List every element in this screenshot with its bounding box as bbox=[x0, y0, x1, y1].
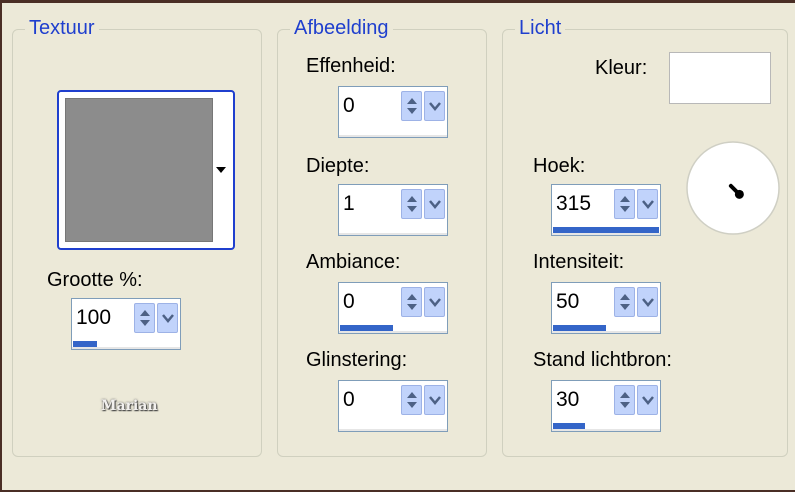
chevron-down-icon[interactable] bbox=[424, 91, 445, 121]
licht-legend: Licht bbox=[515, 16, 566, 40]
glinstering-track bbox=[339, 429, 447, 431]
chevron-down-icon[interactable] bbox=[637, 385, 658, 415]
intensiteit-level-bar bbox=[553, 325, 606, 331]
grootte-value: 100 bbox=[76, 306, 112, 329]
stand-lichtbron-track bbox=[552, 429, 660, 431]
ambiance-label: Ambiance: bbox=[306, 251, 401, 273]
glinstering-spin-buttons[interactable] bbox=[401, 385, 445, 415]
stand-lichtbron-value: 30 bbox=[556, 388, 580, 411]
grootte-spinner[interactable]: 100 bbox=[71, 298, 181, 350]
stand-lichtbron-level-bar bbox=[553, 423, 585, 429]
grootte-spin-buttons[interactable] bbox=[134, 303, 178, 333]
kleur-label: Kleur: bbox=[595, 57, 648, 79]
spin-updown-icon[interactable] bbox=[401, 385, 422, 415]
stand-lichtbron-label: Stand lichtbron: bbox=[533, 349, 672, 371]
light-angle-dial[interactable] bbox=[685, 140, 781, 236]
diepte-value: 1 bbox=[343, 192, 355, 215]
glinstering-label: Glinstering: bbox=[306, 349, 408, 371]
hoek-level-bar bbox=[553, 227, 659, 233]
hoek-track bbox=[552, 233, 660, 235]
effenheid-spinner[interactable]: 0 bbox=[338, 86, 448, 138]
ambiance-level-bar bbox=[340, 325, 393, 331]
spin-updown-icon[interactable] bbox=[401, 91, 422, 121]
chevron-down-icon[interactable] bbox=[424, 385, 445, 415]
spin-updown-icon[interactable] bbox=[134, 303, 155, 333]
ambiance-track bbox=[339, 331, 447, 333]
grootte-level-bar bbox=[73, 341, 97, 347]
intensiteit-track bbox=[552, 331, 660, 333]
textuur-legend: Textuur bbox=[25, 16, 99, 40]
hoek-spinner[interactable]: 315 bbox=[551, 184, 661, 236]
spin-updown-icon[interactable] bbox=[401, 189, 422, 219]
texture-swatch bbox=[65, 98, 213, 242]
glinstering-spinner[interactable]: 0 bbox=[338, 380, 448, 432]
glinstering-value: 0 bbox=[343, 388, 355, 411]
grootte-label: Grootte %: bbox=[47, 269, 143, 291]
chevron-down-icon[interactable] bbox=[157, 303, 178, 333]
hoek-value: 315 bbox=[556, 192, 592, 215]
spin-updown-icon[interactable] bbox=[614, 287, 635, 317]
ambiance-spin-buttons[interactable] bbox=[401, 287, 445, 317]
diepte-track bbox=[339, 233, 447, 235]
kleur-swatch[interactable] bbox=[669, 52, 771, 104]
effenheid-spin-buttons[interactable] bbox=[401, 91, 445, 121]
afbeelding-legend: Afbeelding bbox=[290, 16, 393, 40]
effenheid-track bbox=[339, 135, 447, 137]
spin-updown-icon[interactable] bbox=[401, 287, 422, 317]
spin-updown-icon[interactable] bbox=[614, 385, 635, 415]
diepte-spinner[interactable]: 1 bbox=[338, 184, 448, 236]
diepte-label: Diepte: bbox=[306, 155, 370, 177]
stand-lichtbron-spinner[interactable]: 30 bbox=[551, 380, 661, 432]
dial-knob bbox=[734, 189, 744, 199]
intensiteit-value: 50 bbox=[556, 290, 580, 313]
licht-group: Licht Kleur: Hoek: 315 Intensiteit: 50 S… bbox=[502, 16, 788, 457]
intensiteit-spin-buttons[interactable] bbox=[614, 287, 658, 317]
texture-picker[interactable] bbox=[57, 90, 235, 250]
chevron-down-icon[interactable] bbox=[215, 166, 227, 174]
diepte-spin-buttons[interactable] bbox=[401, 189, 445, 219]
watermark-logo: Marian bbox=[101, 398, 158, 414]
effenheid-label: Effenheid: bbox=[306, 55, 396, 77]
effenheid-value: 0 bbox=[343, 94, 355, 117]
stand-lichtbron-spin-buttons[interactable] bbox=[614, 385, 658, 415]
ambiance-value: 0 bbox=[343, 290, 355, 313]
textuur-group: Textuur Grootte %: 100 Marian bbox=[12, 16, 262, 457]
hoek-spin-buttons[interactable] bbox=[614, 189, 658, 219]
chevron-down-icon[interactable] bbox=[637, 287, 658, 317]
dialog-frame: Textuur Grootte %: 100 Marian Afbeelding… bbox=[0, 0, 795, 492]
grootte-track bbox=[72, 347, 180, 349]
afbeelding-group: Afbeelding Effenheid: 0 Diepte: 1 Ambian… bbox=[277, 16, 487, 457]
intensiteit-label: Intensiteit: bbox=[533, 251, 625, 273]
intensiteit-spinner[interactable]: 50 bbox=[551, 282, 661, 334]
chevron-down-icon[interactable] bbox=[424, 287, 445, 317]
ambiance-spinner[interactable]: 0 bbox=[338, 282, 448, 334]
spin-updown-icon[interactable] bbox=[614, 189, 635, 219]
chevron-down-icon[interactable] bbox=[637, 189, 658, 219]
chevron-down-icon[interactable] bbox=[424, 189, 445, 219]
hoek-label: Hoek: bbox=[533, 155, 586, 177]
